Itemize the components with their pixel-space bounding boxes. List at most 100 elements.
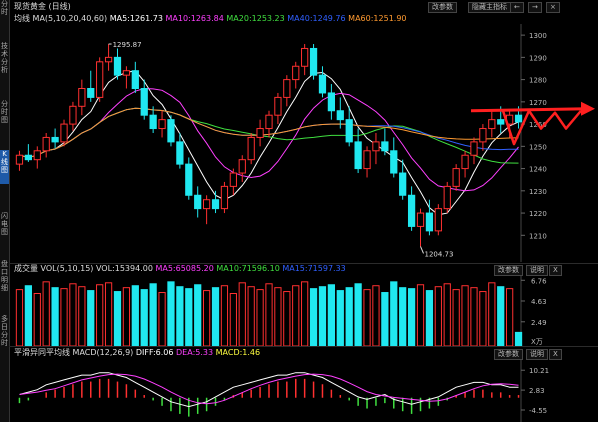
y-tick-label: 1280 <box>529 77 547 85</box>
arrow-head-annotation <box>581 101 595 116</box>
ma60-value: MA60:1251.90 <box>348 14 407 23</box>
candle-body <box>131 70 139 90</box>
candlestick-chart[interactable]: 1300129012801270126012501240123012201210… <box>9 24 598 262</box>
sidebar-tab-2[interactable]: 分时图 <box>0 100 9 140</box>
volume-bar <box>15 289 24 346</box>
candle <box>425 199 434 236</box>
candle-body <box>390 150 398 174</box>
candle <box>292 61 300 89</box>
candle <box>202 195 211 225</box>
candle <box>301 44 309 76</box>
hide-main-indicator-button[interactable]: 隐藏主指标 <box>468 2 511 13</box>
sidebar-tab-0[interactable]: 分时 <box>0 0 9 40</box>
volume-bar <box>327 284 336 346</box>
candle <box>131 61 139 93</box>
candle-body <box>407 194 416 227</box>
volume-bar <box>381 292 389 346</box>
candle <box>461 150 469 178</box>
macd-y-tick-label: 2.83 <box>529 387 545 395</box>
volume-bar <box>354 283 362 346</box>
macd-help-button[interactable]: 说明 <box>526 349 548 360</box>
y-tick-label: 1210 <box>529 232 547 240</box>
vol-title: 成交量 <box>14 264 38 273</box>
modify-params-button[interactable]: 改参数 <box>428 2 457 13</box>
candle <box>265 110 273 138</box>
volume-bar <box>265 283 273 346</box>
candle-body <box>497 119 505 125</box>
volume-bar <box>122 287 131 346</box>
vol-help-button[interactable]: 说明 <box>526 265 548 276</box>
sidebar-tab-4[interactable]: 闪电图 <box>0 212 9 252</box>
back-icon[interactable]: ← <box>510 2 524 13</box>
sidebar-tab-5[interactable]: 盘口明细 <box>0 260 9 300</box>
candle <box>185 157 193 200</box>
forward-icon[interactable]: → <box>528 2 542 13</box>
candle-body <box>185 163 193 196</box>
y-tick-label: 1250 <box>529 143 547 151</box>
volume-bar <box>42 281 50 346</box>
candle-body <box>416 212 425 227</box>
volume-bar <box>220 285 229 346</box>
volume-bar <box>238 282 246 346</box>
y-tick-label: 1220 <box>529 210 547 218</box>
volume-bar <box>247 286 255 346</box>
candle-body <box>318 74 327 94</box>
volume-bar <box>399 287 407 346</box>
volume-bar <box>506 288 514 346</box>
candle <box>42 132 50 158</box>
candle-body <box>33 150 41 161</box>
ma-indicator-name: 均线 <box>14 14 30 23</box>
candle-body <box>381 141 389 152</box>
candle-body <box>265 114 273 130</box>
candle <box>24 144 32 162</box>
instrument-name: 现货黄金 <box>14 2 46 11</box>
volume-bar <box>443 283 451 346</box>
y-tick-label: 1300 <box>529 32 547 40</box>
candle <box>479 124 487 151</box>
macd-modify-params-button[interactable]: 改参数 <box>494 349 523 360</box>
sidebar-tab-1[interactable]: 技术分析 <box>0 42 9 82</box>
volume-bar <box>274 287 282 346</box>
candle-body <box>69 105 77 125</box>
close-icon[interactable]: × <box>546 2 560 13</box>
candle <box>87 70 95 102</box>
candle <box>443 181 451 214</box>
volume-bar <box>461 285 469 346</box>
candle-body <box>354 141 362 170</box>
sidebar-tab-6[interactable]: 多日分时 <box>0 315 9 355</box>
candle <box>488 110 496 138</box>
vol-modify-params-button[interactable]: 改参数 <box>494 265 523 276</box>
volume-chart[interactable]: 6.76 4.63 2.49 X万 <box>9 276 598 346</box>
high-price-label: 1295.87 <box>113 41 142 49</box>
candle <box>274 92 282 125</box>
ma40-value: MA40:1249.76 <box>287 14 346 23</box>
volume-bar <box>87 290 95 346</box>
candle <box>470 137 478 165</box>
candle <box>122 66 131 89</box>
sidebar-tab-3[interactable]: K线图 <box>0 150 9 184</box>
candle-body <box>247 136 255 161</box>
volume-bar <box>33 293 41 346</box>
candle <box>211 190 220 214</box>
diff-value: DIFF:6.06 <box>135 348 174 357</box>
vol-close-button[interactable]: X <box>549 265 562 276</box>
macd-y-tick-label: -4.55 <box>529 407 547 415</box>
vol-value: VOL:15394.00 <box>95 264 153 273</box>
volume-bar <box>301 281 309 346</box>
candle-body <box>202 199 211 210</box>
volume-bar <box>185 288 193 346</box>
vol-y-tick-label: 4.63 <box>531 298 547 306</box>
candle-body <box>122 70 131 76</box>
volume-bar <box>202 290 211 346</box>
volume-bar <box>309 288 318 346</box>
candle-body <box>104 56 113 63</box>
candle-body <box>327 92 336 112</box>
ma-legend: 均线 MA(5,10,20,40,60) MA5:1261.73 MA10:12… <box>14 14 407 24</box>
macd-close-button[interactable]: X <box>549 349 562 360</box>
candle-body <box>24 154 32 161</box>
volume-bar <box>372 285 380 346</box>
candle-body <box>211 199 220 210</box>
candle <box>381 128 389 156</box>
macd-chart[interactable]: 10.21 2.83 -4.55 <box>9 360 598 422</box>
candle <box>416 208 425 247</box>
